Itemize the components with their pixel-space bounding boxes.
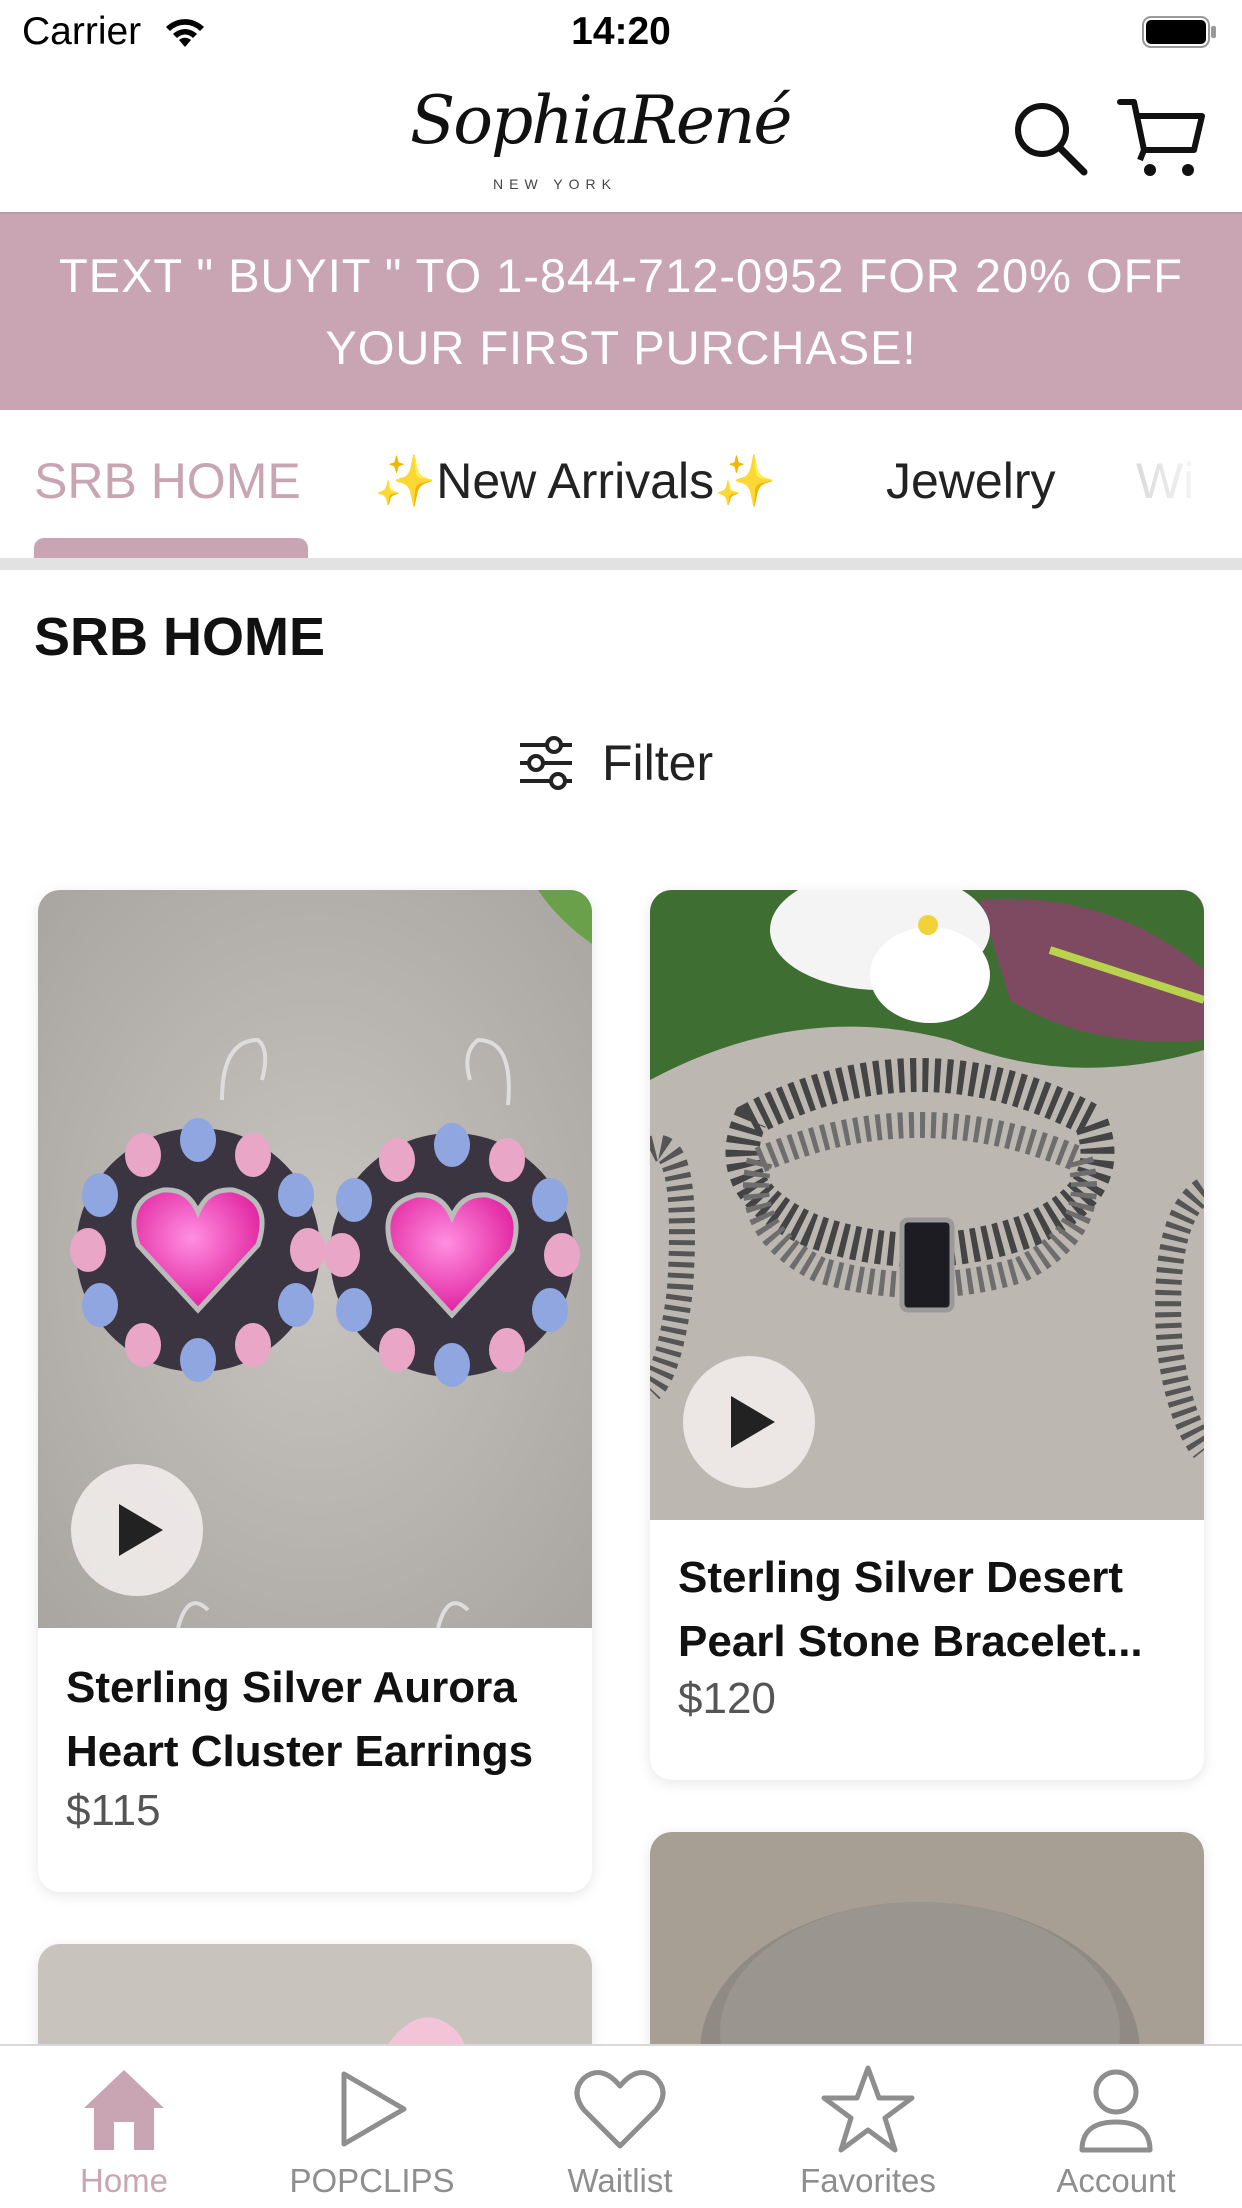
promo-text: TEXT " BUYIT " TO 1-844-712-0952 FOR 20%… (59, 249, 1183, 374)
app-header: SophiaRené NEW YORK (0, 68, 1242, 212)
tabbar-item-account[interactable]: Account (992, 2046, 1240, 2208)
tabbar-label: Favorites (800, 2162, 936, 2199)
home-icon (84, 2070, 164, 2150)
product-name: Sterling Silver Desert Pearl Stone Brace… (678, 1546, 1143, 1674)
product-name-line1: Sterling Silver Aurora (66, 1663, 517, 1712)
battery-icon (1142, 16, 1216, 48)
tab-new-arrivals[interactable]: ✨New Arrivals✨ (374, 452, 776, 511)
filter-button[interactable]: Filter (516, 730, 713, 796)
logo-subtitle: NEW YORK (493, 176, 617, 192)
tabbar-label: POPCLIPS (289, 2162, 455, 2199)
tabbar-item-popclips[interactable]: POPCLIPS (248, 2046, 496, 2208)
product-card[interactable]: Sterling Silver Aurora Heart Cluster Ear… (38, 890, 592, 1892)
tab-jewelry[interactable]: Jewelry (886, 452, 1055, 510)
play-icon (341, 2071, 407, 2147)
cart-icon[interactable] (1116, 94, 1206, 178)
active-tab-indicator (34, 538, 308, 560)
status-bar: Carrier 14:20 (0, 0, 1242, 68)
heart-icon (574, 2070, 666, 2149)
play-icon (119, 1504, 163, 1556)
play-icon (731, 1396, 775, 1448)
tab-srb-home[interactable]: SRB HOME (34, 452, 301, 510)
product-card[interactable]: Sterling Silver Desert Pearl Stone Brace… (650, 890, 1204, 1780)
product-name-line2: Pearl Stone Bracelet... (678, 1617, 1143, 1666)
page-title: SRB HOME (34, 607, 326, 667)
product-name-line2: Heart Cluster Earrings (66, 1727, 534, 1776)
tabbar-item-home[interactable]: Home (0, 2046, 248, 2208)
product-price: $120 (678, 1674, 776, 1723)
search-icon[interactable] (1010, 98, 1090, 178)
tabbar-label: Home (79, 2162, 169, 2199)
bottom-tab-bar: Home POPCLIPS Waitlist Favorites Account (0, 2044, 1242, 2208)
tabbar-item-waitlist[interactable]: Waitlist (496, 2046, 744, 2208)
product-name-line1: Sterling Silver Desert (678, 1553, 1124, 1602)
brand-logo[interactable]: SophiaRené NEW YORK (410, 74, 792, 206)
star-icon (821, 2065, 915, 2153)
status-time: 14:20 (571, 10, 671, 53)
tabbar-label: Waitlist (567, 2162, 673, 2199)
play-video-button[interactable] (71, 1464, 203, 1596)
tabs-divider (0, 558, 1242, 570)
tabbar-label: Account (1056, 2162, 1176, 2199)
filter-label: Filter (602, 735, 714, 791)
tabbar-item-favorites[interactable]: Favorites (744, 2046, 992, 2208)
sliders-icon (520, 736, 572, 790)
logo-script: SophiaRené (410, 82, 792, 159)
play-video-button[interactable] (683, 1356, 815, 1488)
promo-banner[interactable]: TEXT " BUYIT " TO 1-844-712-0952 FOR 20%… (0, 212, 1242, 410)
category-tabs: SRB HOME ✨New Arrivals✨ Jewelry Wi (0, 410, 1242, 572)
person-icon (1079, 2069, 1153, 2153)
product-price: $115 (66, 1786, 161, 1835)
tabs-fade (1132, 440, 1242, 530)
product-name: Sterling Silver Aurora Heart Cluster Ear… (66, 1656, 533, 1784)
